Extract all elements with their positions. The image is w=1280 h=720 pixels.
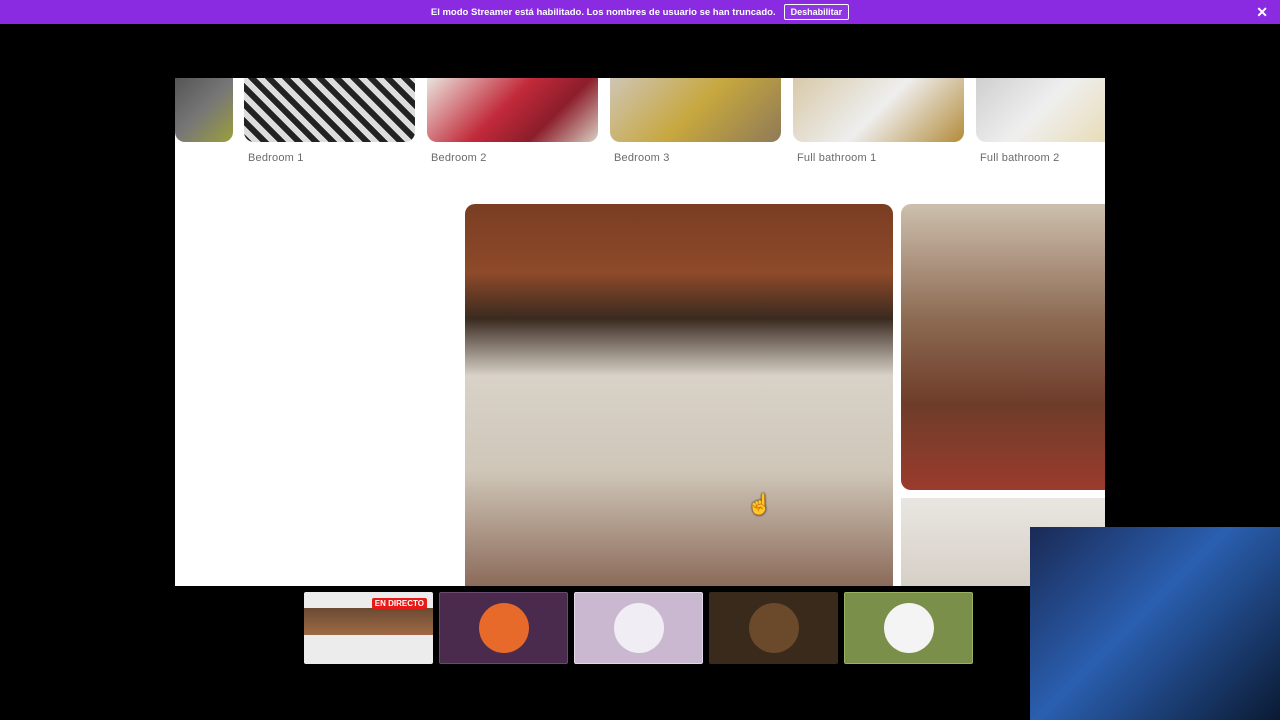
living-room-tv-photo[interactable] [901,204,1105,490]
channel-thumbnail-3[interactable] [574,592,703,664]
webcam-overlay [1030,527,1280,720]
room-label-bedroom-2: Bedroom 2 [431,152,487,164]
close-icon[interactable]: ✕ [1256,4,1268,20]
room-photo-full-bathroom-2[interactable] [976,78,1105,142]
avatar [478,603,529,653]
room-label-bedroom-1: Bedroom 1 [248,152,304,164]
listing-view: Bedroom 1 Bedroom 2 Bedroom 3 Full bathr… [175,78,1105,586]
avatar [883,603,934,653]
avatar [748,603,799,653]
room-photo-bedroom-3[interactable] [610,78,781,142]
channel-thumbnail-4[interactable] [709,592,838,664]
room-label-full-bathroom-2: Full bathroom 2 [980,152,1060,164]
channel-strip: EN DIRECTO [304,592,973,664]
room-photo-bedroom-2[interactable] [427,78,598,142]
room-photo-kitchen[interactable] [175,78,233,142]
living-room-photo[interactable] [465,204,893,586]
avatar [613,603,664,653]
room-label-bedroom-3: Bedroom 3 [614,152,670,164]
hand-cursor-icon: ☝ [747,494,772,516]
channel-thumbnail-2[interactable] [439,592,568,664]
disable-button[interactable]: Deshabilitar [783,4,850,20]
live-badge: EN DIRECTO [371,598,427,609]
banner-message: El modo Streamer está habilitado. Los no… [430,6,776,18]
channel-thumbnail-5[interactable] [844,592,973,664]
room-label-full-bathroom-1: Full bathroom 1 [797,152,877,164]
room-photo-bedroom-1[interactable] [244,78,415,142]
live-channel-thumbnail[interactable]: EN DIRECTO [304,592,433,664]
streamer-mode-banner: El modo Streamer está habilitado. Los no… [0,0,1280,24]
room-photo-full-bathroom-1[interactable] [793,78,964,142]
